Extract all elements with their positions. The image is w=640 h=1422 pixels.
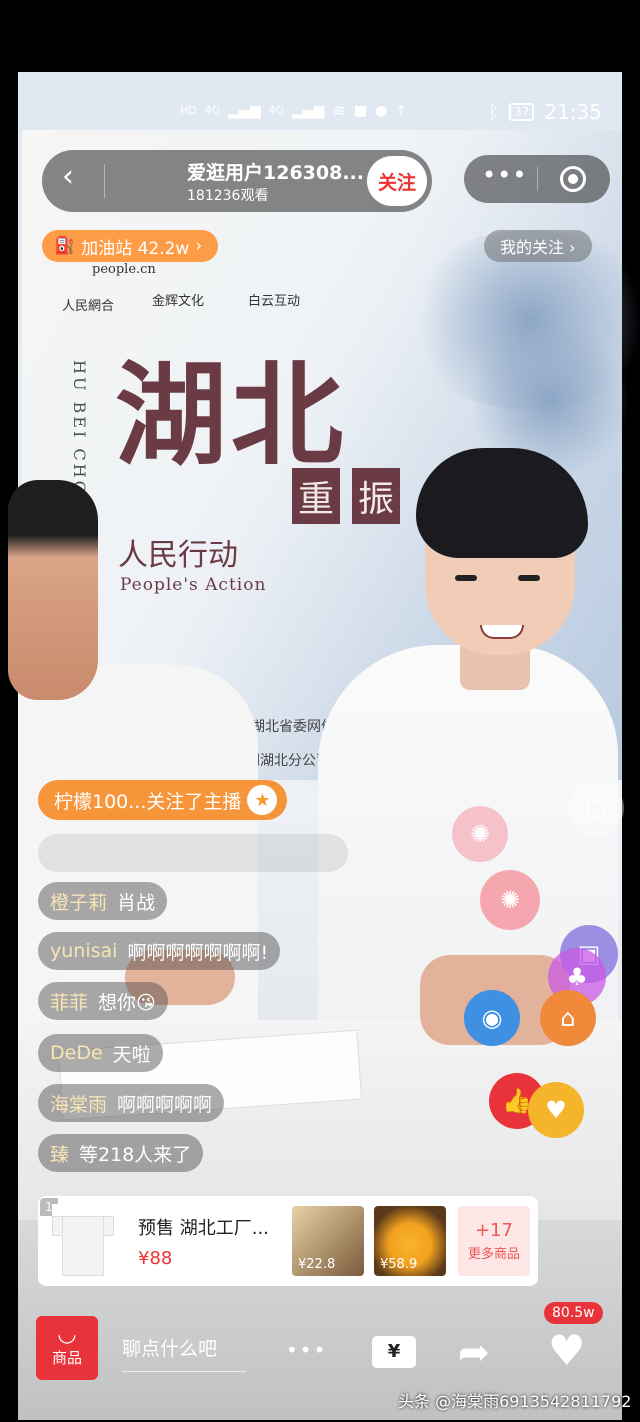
likes-count: 80.5w [544,1302,603,1324]
comment-user: DeDe [50,1042,103,1064]
sponsor-logo: 金辉文化 [152,294,205,309]
comment-text: 等218人来了 [79,1143,192,1166]
comment-user: yunisai [50,940,118,962]
sun-icon[interactable]: ✺ [452,806,508,862]
host-name[interactable]: 爱逛用户126308... [187,158,364,185]
sun-icon[interactable]: ✺ [480,870,540,930]
shopping-bag-icon: ◡ [57,1322,77,1347]
poster-sub-char: 振 [352,468,401,524]
comment-item[interactable]: 臻 等218人来了 [38,1134,204,1172]
hd-label: HD [180,104,197,117]
heart-icon[interactable]: ♥ [528,1082,584,1138]
heart-icon[interactable]: ♥ [548,1326,586,1375]
more-label: 更多商品 [467,1247,520,1262]
fuel-icon: ⛽ [54,236,76,256]
product-title: 预售 湖北工厂... [138,1218,269,1239]
comment-text: 天啦 [112,1043,151,1066]
poster-action-cn: 人民行动 [118,538,238,573]
host-left-head [8,480,98,700]
my-follow-button[interactable]: 我的关注 › [484,230,592,262]
gift-ticket-icon[interactable]: ¥ [372,1336,416,1368]
status-right: ᛒ 37 21:35 [488,100,602,124]
top-right-controls: ••• [464,155,610,203]
clock: 21:35 [544,100,602,124]
comment-user: 菲菲 [50,991,89,1014]
follow-notification: 柠檬100...关注了主播 ★ [38,780,288,820]
sponsor-logo: people.cn [92,262,156,277]
comment-text: 啊啊啊啊啊啊啊! [127,941,269,964]
comment-text: 肖战 [117,891,156,914]
poster-title: 湖北 [115,350,347,481]
comment-faded [38,834,348,872]
comment-text: 想你😘 [98,991,156,1014]
comment-text: 啊啊啊啊啊 [117,1093,213,1116]
live-stream-screen: people.cn 人民網合 金辉文化 白云互动 HU BEI CHONG ZH… [0,0,640,1422]
watermark: 头条 @海棠雨6913542811792 [398,1392,632,1411]
wifi-icon: ≋ [332,101,346,120]
comment-user: 海棠雨 [50,1093,108,1116]
network-label: 4G [204,104,221,117]
shop-label: 商品 [51,1349,82,1367]
star-icon: ★ [247,785,278,815]
shop-button[interactable]: ◡ 商品 [36,1316,98,1380]
host-info-pill: ‹ 爱逛用户126308... 181236观看 关注 [42,150,432,212]
thumb-price: ¥58.9 [380,1257,418,1272]
thumb-price: ¥22.8 [298,1257,336,1272]
comment-user: 臻 [50,1143,70,1166]
comment-item[interactable]: 海棠雨 啊啊啊啊啊 [38,1084,225,1122]
divider [537,167,538,191]
battery-icon: 37 [509,103,535,121]
gas-station-button[interactable]: ⛽ 加油站 42.2w › [42,230,219,262]
poster-sub-char: 重 [292,468,341,524]
back-arrow-icon[interactable]: ‹ [62,162,74,192]
camera-icon[interactable]: ◉ [464,990,520,1046]
close-circle-icon[interactable] [560,166,586,192]
status-bar: HD 4G ▂▄▆ 4G ▂▄▆ ≋ ■ ● ↑ ᛒ 37 21:35 [0,95,640,139]
comment-item[interactable]: 橙子莉 肖战 [38,882,168,920]
sponsor-logo: 白云互动 [248,294,301,309]
product-price: ¥88 [138,1248,173,1269]
divider [104,164,105,198]
follow-button[interactable]: 关注 [367,156,427,206]
message-icon: ● [375,102,388,119]
host-eye [455,575,477,581]
more-count: +17 [475,1220,513,1241]
lamp-icon[interactable]: ⌂ [540,990,596,1046]
signal-icon: ▂▄▆ [228,102,261,119]
upload-icon: ↑ [395,102,408,119]
more-options-icon[interactable]: ••• [482,161,527,189]
bluetooth-icon: ᛒ [488,101,500,123]
comment-item[interactable]: yunisai 啊啊啊啊啊啊啊! [38,932,281,970]
host-eye [518,575,540,581]
more-dots-icon[interactable]: ••• [286,1338,327,1362]
gas-station-label: 加油站 42.2w [81,238,190,259]
chevron-right-icon: › [195,236,203,256]
sponsor-logo: 人民網合 [62,299,115,314]
share-arrow-icon[interactable]: ➦ [458,1330,490,1374]
network-indicators: HD 4G ▂▄▆ 4G ▂▄▆ ≋ ■ ● ↑ [180,101,407,120]
poster-subtitle: 重 振 [292,468,412,524]
comment-item[interactable]: 菲菲 想你😘 [38,982,168,1020]
product-thumb[interactable]: ¥58.9 [374,1206,446,1276]
comment-item[interactable]: DeDe 天啦 [38,1034,163,1072]
tshirt-image [52,1204,114,1278]
bag-icon[interactable]: ▢ [568,780,624,836]
network-label: 4G [268,104,285,117]
video-icon: ■ [353,102,368,119]
shirt-body [62,1216,104,1276]
notification-text: 柠檬100...关注了主播 [54,790,242,813]
more-products-button[interactable]: +17 更多商品 [458,1206,530,1276]
comment-user: 橙子莉 [50,891,108,914]
poster-action-en: People's Action [120,575,267,595]
signal-icon: ▂▄▆ [292,102,325,119]
viewer-count: 181236观看 [187,188,269,204]
product-card[interactable]: 1 预售 湖北工厂... ¥88 ¥22.8 ¥58.9 +17 更多商品 [38,1196,538,1286]
product-thumb[interactable]: ¥22.8 [292,1206,364,1276]
